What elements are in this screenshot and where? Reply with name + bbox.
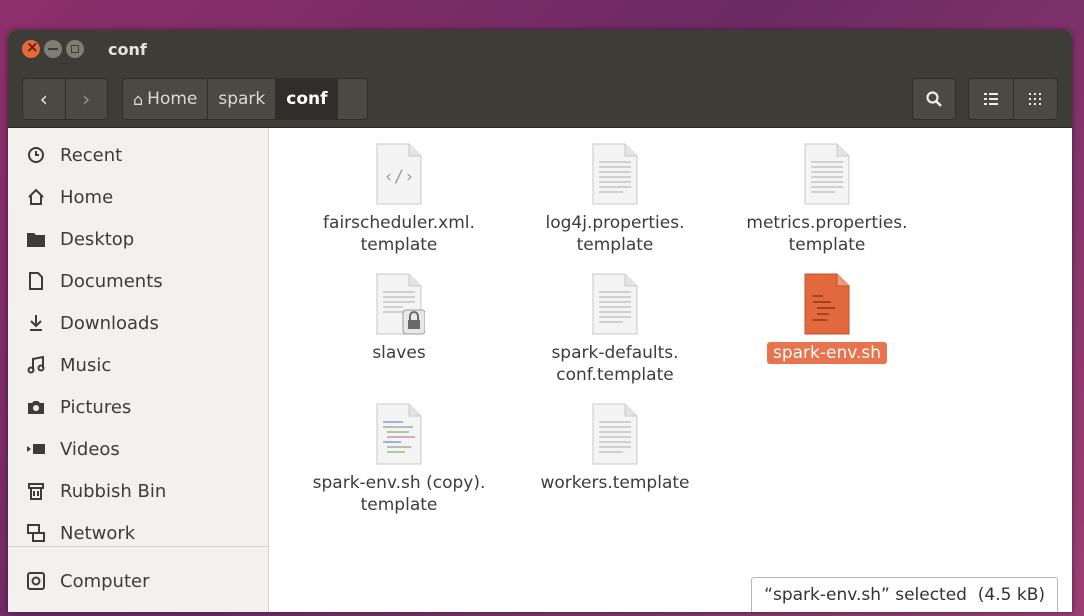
locked-text-file-icon — [373, 272, 426, 336]
sidebar-item-documents[interactable]: Documents — [8, 262, 268, 300]
sidebar-item-pictures[interactable]: Pictures — [8, 388, 268, 426]
sidebar-divider — [8, 546, 268, 547]
network-icon — [24, 524, 48, 542]
breadcrumb-conf-label: conf — [286, 89, 328, 109]
file-item[interactable]: spark-defaults. conf.template — [515, 272, 715, 386]
toolbar: ‹ › ⌂ Home spark conf — [8, 70, 1072, 128]
sidebar: Recent Home Desktop Documents Downloads — [8, 128, 269, 612]
view-buttons — [968, 78, 1058, 120]
selection-status: “spark-env.sh” selected (4.5 kB) — [764, 585, 1045, 605]
file-name: metrics.properties. template — [746, 213, 908, 255]
text-file-icon — [589, 402, 641, 466]
status-bar: “spark-env.sh” selected (4.5 kB) — [751, 577, 1058, 612]
sidebar-item-desktop[interactable]: Desktop — [8, 220, 268, 258]
camera-icon — [24, 399, 48, 415]
sidebar-item-label: Desktop — [60, 228, 135, 250]
xml-file-icon: ‹/› — [373, 142, 425, 206]
sidebar-item-home[interactable]: Home — [8, 178, 268, 216]
breadcrumb-home-label: Home — [147, 89, 198, 109]
breadcrumb-conf[interactable]: conf — [275, 79, 338, 119]
sidebar-item-label: Music — [60, 354, 112, 376]
forward-button[interactable]: › — [64, 79, 108, 119]
file-name: log4j.properties. template — [545, 213, 685, 255]
sidebar-item-downloads[interactable]: Downloads — [8, 304, 268, 342]
clock-icon — [24, 146, 48, 164]
sidebar-item-label: Computer — [60, 570, 150, 592]
breadcrumb-spark[interactable]: spark — [207, 79, 275, 119]
document-icon — [24, 272, 48, 290]
file-item[interactable]: ‹/› fairscheduler.xml. template — [299, 142, 499, 256]
file-manager-window: conf ‹ › ⌂ Home spark conf — [8, 30, 1072, 612]
sidebar-item-rubbish-bin[interactable]: Rubbish Bin — [8, 472, 268, 510]
file-name: spark-defaults. conf.template — [551, 343, 679, 385]
download-icon — [24, 314, 48, 332]
breadcrumb: ⌂ Home spark conf — [122, 78, 368, 120]
script-text-file-icon — [373, 402, 425, 466]
search-icon — [926, 91, 942, 107]
grid-view-button[interactable] — [1012, 79, 1058, 119]
grid-view-icon — [1029, 93, 1042, 105]
sidebar-item-label: Downloads — [60, 312, 159, 334]
search-button[interactable] — [912, 78, 956, 120]
sidebar-item-label: Rubbish Bin — [60, 480, 167, 502]
nav-buttons: ‹ › — [22, 78, 108, 120]
window-title: conf — [108, 40, 147, 59]
sidebar-item-music[interactable]: Music — [8, 346, 268, 384]
home-icon: ⌂ — [133, 89, 144, 109]
chevron-right-icon: › — [82, 87, 91, 111]
list-view-icon — [983, 93, 998, 105]
video-icon — [24, 442, 48, 456]
script-file-icon — [801, 272, 853, 336]
title-bar: conf — [8, 30, 1072, 70]
close-window-button[interactable] — [22, 38, 40, 58]
breadcrumb-home[interactable]: ⌂ Home — [123, 79, 207, 119]
sidebar-item-label: Network — [60, 522, 136, 544]
sidebar-item-label: Recent — [60, 144, 123, 166]
sidebar-item-label: Pictures — [60, 396, 132, 418]
file-item[interactable]: workers.template — [515, 402, 715, 494]
minimize-window-button[interactable] — [44, 40, 62, 58]
maximize-window-button[interactable] — [66, 40, 84, 58]
sidebar-item-label: Videos — [60, 438, 120, 460]
file-item[interactable]: metrics.properties. template — [727, 142, 927, 256]
file-item[interactable]: spark-env.sh (copy). template — [299, 402, 499, 516]
file-name: fairscheduler.xml. template — [323, 213, 475, 255]
sidebar-item-videos[interactable]: Videos — [8, 430, 268, 468]
file-item[interactable]: log4j.properties. template — [515, 142, 715, 256]
sidebar-item-label: Home — [60, 186, 114, 208]
back-button[interactable]: ‹ — [23, 79, 65, 119]
folder-icon — [24, 231, 48, 247]
list-view-button[interactable] — [969, 79, 1013, 119]
breadcrumb-spark-label: spark — [218, 89, 266, 109]
svg-text:‹/›: ‹/› — [384, 167, 415, 187]
music-icon — [24, 356, 48, 374]
sidebar-item-recent[interactable]: Recent — [8, 136, 268, 174]
sidebar-item-label: Documents — [60, 270, 163, 292]
sidebar-item-computer[interactable]: Computer — [8, 562, 268, 600]
computer-icon — [24, 572, 48, 590]
file-name: spark-env.sh — [727, 342, 927, 364]
selected-file-name: spark-env.sh — [766, 342, 888, 364]
chevron-left-icon: ‹ — [39, 87, 48, 111]
text-file-icon — [801, 142, 853, 206]
text-file-icon — [589, 142, 641, 206]
file-name: spark-env.sh (copy). template — [312, 473, 486, 515]
text-file-icon — [589, 272, 641, 336]
file-grid: ‹/› fairscheduler.xml. template log4j.pr… — [269, 128, 1072, 612]
home-icon — [24, 188, 48, 206]
file-item[interactable]: slaves — [299, 272, 499, 364]
file-item-selected[interactable]: spark-env.sh — [727, 272, 927, 364]
file-name: workers.template — [540, 473, 690, 493]
trash-icon — [24, 482, 48, 500]
file-name: slaves — [372, 343, 426, 363]
